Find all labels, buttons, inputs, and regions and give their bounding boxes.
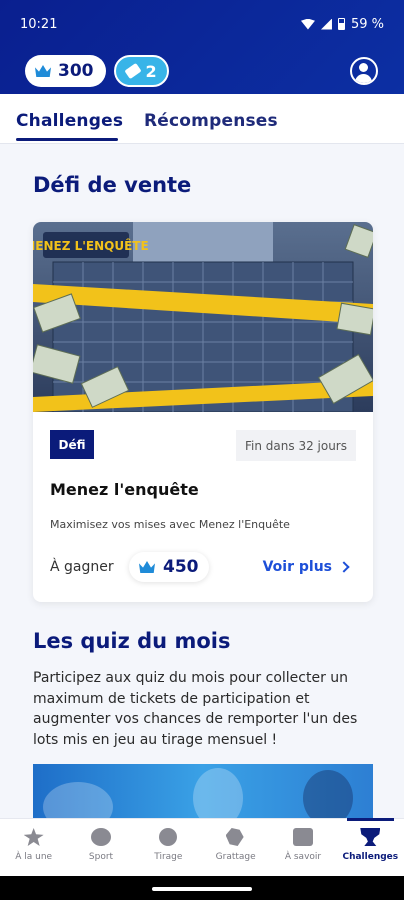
see-more-link[interactable]: Voir plus (262, 559, 350, 575)
ball-icon (90, 828, 111, 846)
tab-rewards[interactable]: Récompenses (144, 111, 278, 131)
system-navigation-bar (0, 876, 404, 900)
ticket-icon (123, 62, 142, 80)
crown-icon (139, 561, 155, 573)
reward-label: À gagner (50, 559, 114, 575)
nav-item-draw[interactable]: Tirage (135, 819, 202, 876)
active-tab-indicator (16, 138, 118, 141)
bottom-navigation: À la une Sport Tirage Grattage À savoir … (0, 818, 404, 876)
challenge-deadline: Fin dans 32 jours (236, 430, 356, 461)
challenge-image: MENEZ L'ENQUÊTE (33, 222, 373, 412)
nav-label: Sport (88, 852, 114, 862)
balance-pills: 300 2 (25, 55, 169, 87)
crown-count: 300 (58, 61, 94, 81)
chevron-right-icon (338, 561, 350, 573)
nav-label: À la une (15, 852, 53, 862)
crown-balance[interactable]: 300 (25, 55, 106, 87)
lottery-ball-icon (159, 828, 178, 846)
challenge-logo-text: MENEZ L'ENQUÊTE (33, 238, 149, 253)
nav-item-scratch[interactable]: Grattage (202, 819, 269, 876)
tab-bar: Challenges Récompenses (0, 94, 404, 144)
nav-label: Grattage (215, 852, 256, 862)
signal-icon (320, 18, 332, 30)
star-icon (23, 828, 44, 846)
quiz-section-title: Les quiz du mois (33, 629, 231, 653)
nav-item-info[interactable]: À savoir (269, 819, 336, 876)
battery-icon (337, 18, 345, 30)
quiz-description: Participez aux quiz du mois pour collect… (33, 670, 358, 748)
status-icons: 59 % (300, 16, 384, 32)
ticket-count: 2 (145, 61, 157, 81)
nav-label: Tirage (154, 852, 183, 862)
trophy-icon (360, 828, 381, 846)
challenge-badge: Défi (50, 430, 94, 459)
see-more-label: Voir plus (262, 559, 332, 575)
nav-item-sport[interactable]: Sport (67, 819, 134, 876)
sales-section-title: Défi de vente (33, 173, 192, 197)
crown-icon (35, 65, 51, 77)
wifi-icon (300, 18, 315, 30)
tab-challenges[interactable]: Challenges (16, 111, 123, 131)
app-header: 10:21 59 % 300 2 (0, 0, 404, 94)
challenge-description: Maximisez vos mises avec Menez l'Enquête (50, 518, 290, 531)
reward-amount: 450 (129, 552, 209, 582)
challenge-card[interactable]: MENEZ L'ENQUÊTE Défi Fin dans 32 jours M… (33, 222, 373, 602)
battery-level: 59 % (350, 16, 384, 32)
reward-value: 450 (163, 557, 199, 577)
challenge-title: Menez l'enquête (50, 480, 199, 499)
info-card-icon (292, 828, 313, 846)
nav-item-home[interactable]: À la une (0, 819, 67, 876)
home-gesture-handle[interactable] (152, 887, 252, 891)
scratch-icon (225, 828, 244, 846)
status-bar: 10:21 59 % (20, 12, 384, 36)
profile-icon[interactable] (350, 57, 378, 85)
status-time: 10:21 (20, 16, 58, 32)
nav-label: À savoir (284, 852, 322, 862)
ticket-balance[interactable]: 2 (113, 55, 169, 87)
nav-item-challenges[interactable]: Challenges (337, 818, 404, 876)
quiz-banner-image[interactable] (33, 764, 373, 824)
nav-label: Challenges (342, 852, 399, 862)
